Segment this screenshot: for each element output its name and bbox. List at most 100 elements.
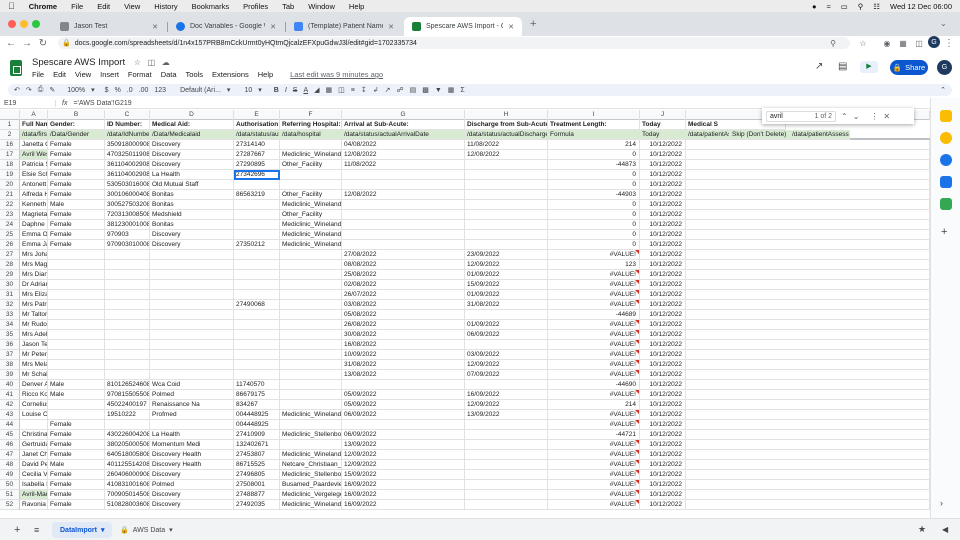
cell-c[interactable] <box>105 340 150 350</box>
cell-e[interactable] <box>234 340 280 350</box>
cell-h[interactable]: 11/08/2022 <box>465 140 548 150</box>
cell-e[interactable]: 27287667 <box>234 150 280 160</box>
cell-c[interactable] <box>105 250 150 260</box>
cell-i[interactable]: 0 <box>548 170 640 180</box>
cell-j[interactable]: 10/12/2022 <box>640 380 686 390</box>
add-sheet-icon[interactable]: + <box>14 524 20 536</box>
cell-k[interactable] <box>686 300 930 310</box>
cell-b[interactable]: Female <box>48 210 105 220</box>
row-number[interactable]: 26 <box>0 240 20 250</box>
row-number[interactable]: 1 <box>0 120 20 130</box>
cell-j[interactable]: 10/12/2022 <box>640 350 686 360</box>
cell-d[interactable]: Bonitas <box>150 200 234 210</box>
expand-panel-icon[interactable]: › <box>940 498 943 508</box>
cell-f[interactable] <box>280 320 342 330</box>
cell-b[interactable]: Male <box>48 200 105 210</box>
cell-f[interactable] <box>280 290 342 300</box>
italic-icon[interactable]: I <box>285 87 287 94</box>
cell-d[interactable]: Medshield <box>150 210 234 220</box>
back-arrow-icon[interactable]: ← <box>4 36 18 50</box>
cell-h[interactable] <box>465 340 548 350</box>
row-number[interactable]: 52 <box>0 500 20 510</box>
cell-f[interactable]: Mediclinic_Vergelegen <box>280 490 342 500</box>
cell-d[interactable]: Discovery <box>150 160 234 170</box>
cell-f[interactable] <box>280 260 342 270</box>
cell-d[interactable]: Discovery <box>150 230 234 240</box>
row-number[interactable]: 48 <box>0 460 20 470</box>
cell-b[interactable] <box>48 360 105 370</box>
cell-c[interactable]: 7009050145089 <box>105 490 150 500</box>
path-cell[interactable]: Skip (Don't Delete) <box>730 130 790 140</box>
cell-g[interactable]: 15/09/2022 <box>342 470 465 480</box>
cell-b[interactable]: Male <box>48 380 105 390</box>
menu-file[interactable]: File <box>71 2 83 11</box>
cell-a[interactable]: Antonett Alers <box>20 180 48 190</box>
cell-e[interactable] <box>234 330 280 340</box>
browser-tab-jason-test[interactable]: Jason Test ✕ <box>52 17 166 36</box>
cell-i[interactable]: #VALUE! <box>548 340 640 350</box>
cell-d[interactable]: Discovery <box>150 150 234 160</box>
cell-a[interactable]: Elsie Scholtz <box>20 170 48 180</box>
cell-b[interactable] <box>48 350 105 360</box>
cell-g[interactable]: 13/08/2022 <box>342 370 465 380</box>
row-number[interactable]: 47 <box>0 450 20 460</box>
cell-i[interactable]: #VALUE! <box>548 390 640 400</box>
cell-d[interactable]: Profmed <box>150 410 234 420</box>
path-cell[interactable]: /data/firstName /data/lastName <box>20 130 48 140</box>
cell-i[interactable]: #VALUE! <box>548 360 640 370</box>
reload-icon[interactable]: ↻ <box>36 36 50 50</box>
cell-i[interactable]: #VALUE! <box>548 470 640 480</box>
explore-icon[interactable]: ★ <box>918 524 926 535</box>
cell-j[interactable]: 10/12/2022 <box>640 220 686 230</box>
cell-a[interactable]: Cornelius Brink <box>20 400 48 410</box>
cell-f[interactable] <box>280 180 342 190</box>
cell-j[interactable]: 10/12/2022 <box>640 140 686 150</box>
row-number[interactable]: 2 <box>0 130 20 140</box>
cell-k[interactable] <box>686 400 930 410</box>
previous-match-icon[interactable]: ⌃ <box>841 112 848 121</box>
cell-e[interactable] <box>234 360 280 370</box>
menu-edit[interactable]: Edit <box>97 2 110 11</box>
cell-b[interactable] <box>48 250 105 260</box>
sheets-menu-edit[interactable]: Edit <box>53 70 66 79</box>
cell-i[interactable]: #VALUE! <box>548 410 640 420</box>
cell-f[interactable]: Mediclinic_Winelands <box>280 500 342 510</box>
cell-a[interactable]: Mr Peter Allsop <box>20 350 48 360</box>
insert-comment-icon[interactable]: ▤ <box>410 86 417 94</box>
row-number[interactable]: 40 <box>0 380 20 390</box>
cell-k[interactable] <box>686 390 930 400</box>
cell-e[interactable] <box>234 310 280 320</box>
sheets-menu-extensions[interactable]: Extensions <box>212 70 249 79</box>
cell-g[interactable]: 16/09/2022 <box>342 480 465 490</box>
url-field[interactable]: 🔒 docs.google.com/spreadsheets/d/1n4x157… <box>58 37 850 49</box>
cell-d[interactable]: Discovery Health <box>150 460 234 470</box>
menu-history[interactable]: History <box>154 2 177 11</box>
cell-g[interactable]: 30/08/2022 <box>342 330 465 340</box>
collapse-panel-icon[interactable]: ◀ <box>942 525 948 534</box>
cell-e[interactable]: 27350212 <box>234 240 280 250</box>
cell-g[interactable] <box>342 170 465 180</box>
cell-i[interactable]: #VALUE! <box>548 370 640 380</box>
move-folder-icon[interactable]: ◫ <box>148 58 156 67</box>
cell-a[interactable]: Mrs Diane Grigorates <box>20 270 48 280</box>
cell-g[interactable]: 27/08/2022 <box>342 250 465 260</box>
cell-i[interactable]: 0 <box>548 200 640 210</box>
cell-e[interactable]: 27496805 <box>234 470 280 480</box>
cell-h[interactable]: 06/09/2022 <box>465 330 548 340</box>
cell-h[interactable] <box>465 160 548 170</box>
cell-f[interactable] <box>280 380 342 390</box>
row-number[interactable]: 36 <box>0 340 20 350</box>
cell-h[interactable] <box>465 200 548 210</box>
path-cell[interactable]: /data/patientAssessment/asse <box>790 130 850 140</box>
percent-format-button[interactable]: % <box>115 87 121 94</box>
browser-tab-doc-variables[interactable]: Doc Variables - Google Workspace ✕ <box>168 17 284 36</box>
row-number[interactable]: 39 <box>0 370 20 380</box>
row-number[interactable]: 20 <box>0 180 20 190</box>
cell-k[interactable] <box>686 170 930 180</box>
clock[interactable]: Wed 12 Dec 06:00 <box>890 2 952 11</box>
cell-a[interactable]: Avril-Marie Nel <box>20 490 48 500</box>
cell-g[interactable]: 16/08/2022 <box>342 340 465 350</box>
tab-search-icon[interactable]: ⌄ <box>940 19 947 28</box>
header-cell[interactable]: Arrival at Sub-Acute: <box>342 120 465 130</box>
collapse-toolbar-icon[interactable]: ⌃ <box>940 86 946 94</box>
